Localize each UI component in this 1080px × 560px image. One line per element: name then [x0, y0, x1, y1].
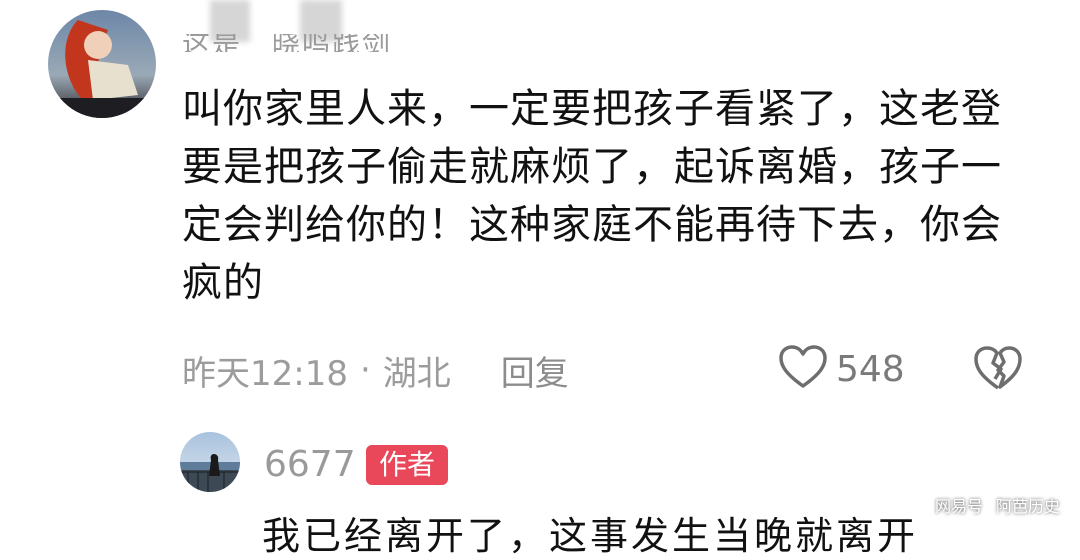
commenter-avatar[interactable]: [48, 10, 156, 118]
author-badge: 作者: [366, 445, 448, 485]
like-count: 548: [836, 348, 905, 390]
heart-icon: [778, 344, 828, 394]
comment-body: 叫你家里人来，一定要把孩子看紧了，这老登要是把孩子偷走就麻烦了，起诉离婚，孩子一…: [182, 86, 1002, 306]
meta-separator: ·: [359, 350, 371, 390]
reply-button[interactable]: 回复: [501, 346, 569, 395]
broken-heart-icon: [972, 346, 1024, 396]
reply-avatar[interactable]: [180, 432, 240, 492]
comment-time: 昨天12:18: [182, 353, 348, 394]
watermark-author: 阿芭历史: [995, 497, 1060, 516]
reply-username[interactable]: 6677: [264, 444, 356, 485]
reply-body: 我已经离开了，这事发生当晚就离开: [262, 514, 919, 558]
dislike-button[interactable]: [972, 344, 1024, 396]
comment-meta: 昨天12:18 · 湖北 回复: [182, 346, 569, 394]
watermark-source: 网易号: [934, 497, 983, 516]
comment-location: 湖北: [382, 353, 451, 394]
like-button[interactable]: 548: [778, 344, 905, 394]
watermark-divider: [988, 497, 990, 513]
watermark: 网易号 阿芭历史: [935, 493, 1060, 517]
